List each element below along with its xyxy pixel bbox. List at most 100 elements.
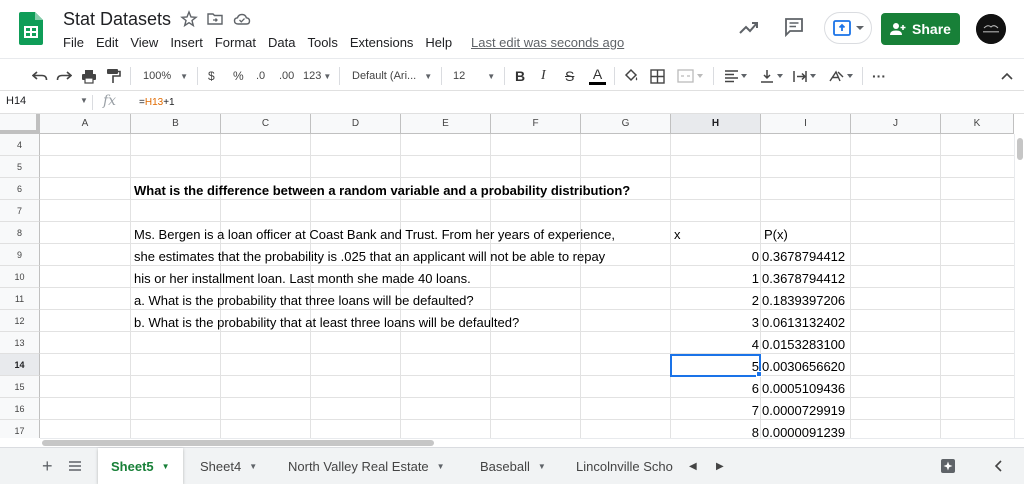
scroll-tabs-left-icon[interactable]: ◀ — [689, 448, 697, 484]
scroll-tabs-right-icon[interactable]: ▶ — [716, 448, 724, 484]
collapse-menu-icon[interactable] — [1001, 67, 1013, 85]
column-header-c[interactable]: C — [221, 114, 311, 134]
column-header-b[interactable]: B — [131, 114, 221, 134]
avatar[interactable] — [976, 14, 1006, 44]
x-cell[interactable]: 8 — [671, 422, 759, 438]
spreadsheet-grid[interactable]: A B C D E F G H I J K 4 5 6 7 8 9 10 11 … — [0, 114, 1024, 438]
row-header-10[interactable]: 10 — [0, 266, 40, 288]
sheet-tab-sheet4[interactable]: Sheet4 ▼ — [200, 448, 257, 484]
x-cell[interactable]: 0 — [671, 246, 759, 268]
active-cell-selection[interactable] — [670, 354, 761, 377]
x-cell[interactable]: 3 — [671, 312, 759, 334]
question-cell[interactable]: What is the difference between a random … — [134, 180, 674, 202]
all-sheets-icon[interactable] — [68, 448, 82, 484]
x-cell[interactable]: 6 — [671, 378, 759, 400]
row-header-11[interactable]: 11 — [0, 288, 40, 310]
font-size-select[interactable]: 12 ▼ — [453, 67, 495, 85]
row-header-16[interactable]: 16 — [0, 398, 40, 420]
row-header-9[interactable]: 9 — [0, 244, 40, 266]
row-header-6[interactable]: 6 — [0, 178, 40, 200]
last-edit-link[interactable]: Last edit was seconds ago — [471, 35, 624, 50]
px-cell[interactable]: 0.0000091239 — [762, 422, 850, 438]
sheet-tab-sheet5[interactable]: Sheet5 ▼ — [98, 448, 183, 484]
column-header-e[interactable]: E — [401, 114, 491, 134]
menu-insert[interactable]: Insert — [170, 35, 203, 53]
text-color-button[interactable]: A — [589, 67, 606, 85]
add-sheet-icon[interactable]: + — [42, 448, 53, 484]
menu-tools[interactable]: Tools — [307, 35, 337, 53]
italic-button[interactable]: I — [541, 67, 546, 85]
star-icon[interactable] — [180, 10, 198, 28]
menu-data[interactable]: Data — [268, 35, 295, 53]
fill-handle[interactable] — [756, 371, 762, 377]
percent-format-button[interactable]: % — [233, 67, 244, 85]
print-icon[interactable] — [81, 67, 97, 85]
side-panel-chevron-icon[interactable] — [994, 448, 1004, 484]
document-title[interactable]: Stat Datasets — [63, 9, 171, 30]
row-header-12[interactable]: 12 — [0, 310, 40, 332]
explore-icon[interactable] — [940, 448, 956, 484]
problem-line-5[interactable]: b. What is the probability that at least… — [134, 312, 519, 334]
px-cell[interactable]: 0.1839397206 — [762, 290, 850, 312]
select-all-corner[interactable] — [0, 114, 40, 134]
font-family-select[interactable]: Default (Ari... ▼ — [352, 67, 432, 85]
merge-cells-icon[interactable] — [677, 67, 705, 85]
zoom-select[interactable]: 100% ▼ — [143, 67, 188, 85]
problem-line-1[interactable]: Ms. Bergen is a loan officer at Coast Ba… — [134, 224, 666, 246]
more-formats-select[interactable]: 123 ▼ — [303, 67, 331, 85]
bold-button[interactable]: B — [515, 67, 525, 85]
menu-file[interactable]: File — [63, 35, 84, 53]
px-cell[interactable]: 0.0000729919 — [762, 400, 850, 422]
sheet-tab-north-valley[interactable]: North Valley Real Estate ▼ — [288, 448, 445, 484]
column-header-i[interactable]: I — [761, 114, 851, 134]
redo-icon[interactable] — [56, 67, 72, 85]
row-header-4[interactable]: 4 — [0, 134, 40, 156]
column-header-k[interactable]: K — [941, 114, 1014, 134]
comment-icon[interactable] — [784, 17, 804, 42]
sheets-logo-icon[interactable] — [19, 12, 43, 45]
px-cell[interactable]: 0.0613132402 — [762, 312, 850, 334]
text-rotation-icon[interactable] — [828, 67, 856, 85]
px-cell[interactable]: 0.0153283100 — [762, 334, 850, 356]
problem-line-4[interactable]: a. What is the probability that three lo… — [134, 290, 474, 312]
share-button[interactable]: Share — [881, 13, 960, 45]
menu-format[interactable]: Format — [215, 35, 256, 53]
px-header-cell[interactable]: P(x) — [764, 224, 788, 246]
borders-icon[interactable] — [650, 67, 665, 85]
menu-edit[interactable]: Edit — [96, 35, 118, 53]
menu-extensions[interactable]: Extensions — [350, 35, 414, 53]
vertical-scroll-thumb[interactable] — [1017, 138, 1023, 160]
undo-icon[interactable] — [32, 67, 48, 85]
problem-line-2[interactable]: she estimates that the probability is .0… — [134, 246, 666, 268]
horizontal-scrollbar[interactable] — [40, 438, 1024, 447]
present-button[interactable] — [824, 12, 872, 44]
row-header-8[interactable]: 8 — [0, 222, 40, 244]
row-header-15[interactable]: 15 — [0, 376, 40, 398]
vertical-align-icon[interactable] — [760, 67, 786, 85]
decrease-decimals-button[interactable]: .0 — [256, 67, 265, 85]
column-header-j[interactable]: J — [851, 114, 941, 134]
x-cell[interactable]: 1 — [671, 268, 759, 290]
name-box[interactable]: H14 — [6, 95, 26, 107]
vertical-scrollbar[interactable] — [1014, 134, 1024, 438]
row-header-17[interactable]: 17 — [0, 420, 40, 438]
fill-color-icon[interactable] — [623, 67, 639, 85]
x-cell[interactable]: 4 — [671, 334, 759, 356]
row-header-5[interactable]: 5 — [0, 156, 40, 178]
move-folder-icon[interactable] — [206, 10, 224, 28]
trending-up-icon[interactable] — [738, 18, 760, 43]
column-header-g[interactable]: G — [581, 114, 671, 134]
px-cell[interactable]: 0.3678794412 — [762, 268, 850, 290]
row-header-7[interactable]: 7 — [0, 200, 40, 222]
more-tools-button[interactable]: ··· — [872, 67, 886, 85]
text-wrapping-icon[interactable] — [793, 67, 819, 85]
menu-help[interactable]: Help — [425, 35, 452, 53]
column-header-h[interactable]: H — [671, 114, 761, 134]
row-header-13[interactable]: 13 — [0, 332, 40, 354]
formula-input[interactable]: =H13+1 — [139, 97, 175, 108]
strikethrough-button[interactable]: S — [565, 67, 574, 85]
horizontal-align-icon[interactable] — [724, 67, 750, 85]
problem-line-3[interactable]: his or her installment loan. Last month … — [134, 268, 471, 290]
chevron-down-icon[interactable]: ▼ — [80, 96, 88, 105]
column-header-a[interactable]: A — [40, 114, 131, 134]
